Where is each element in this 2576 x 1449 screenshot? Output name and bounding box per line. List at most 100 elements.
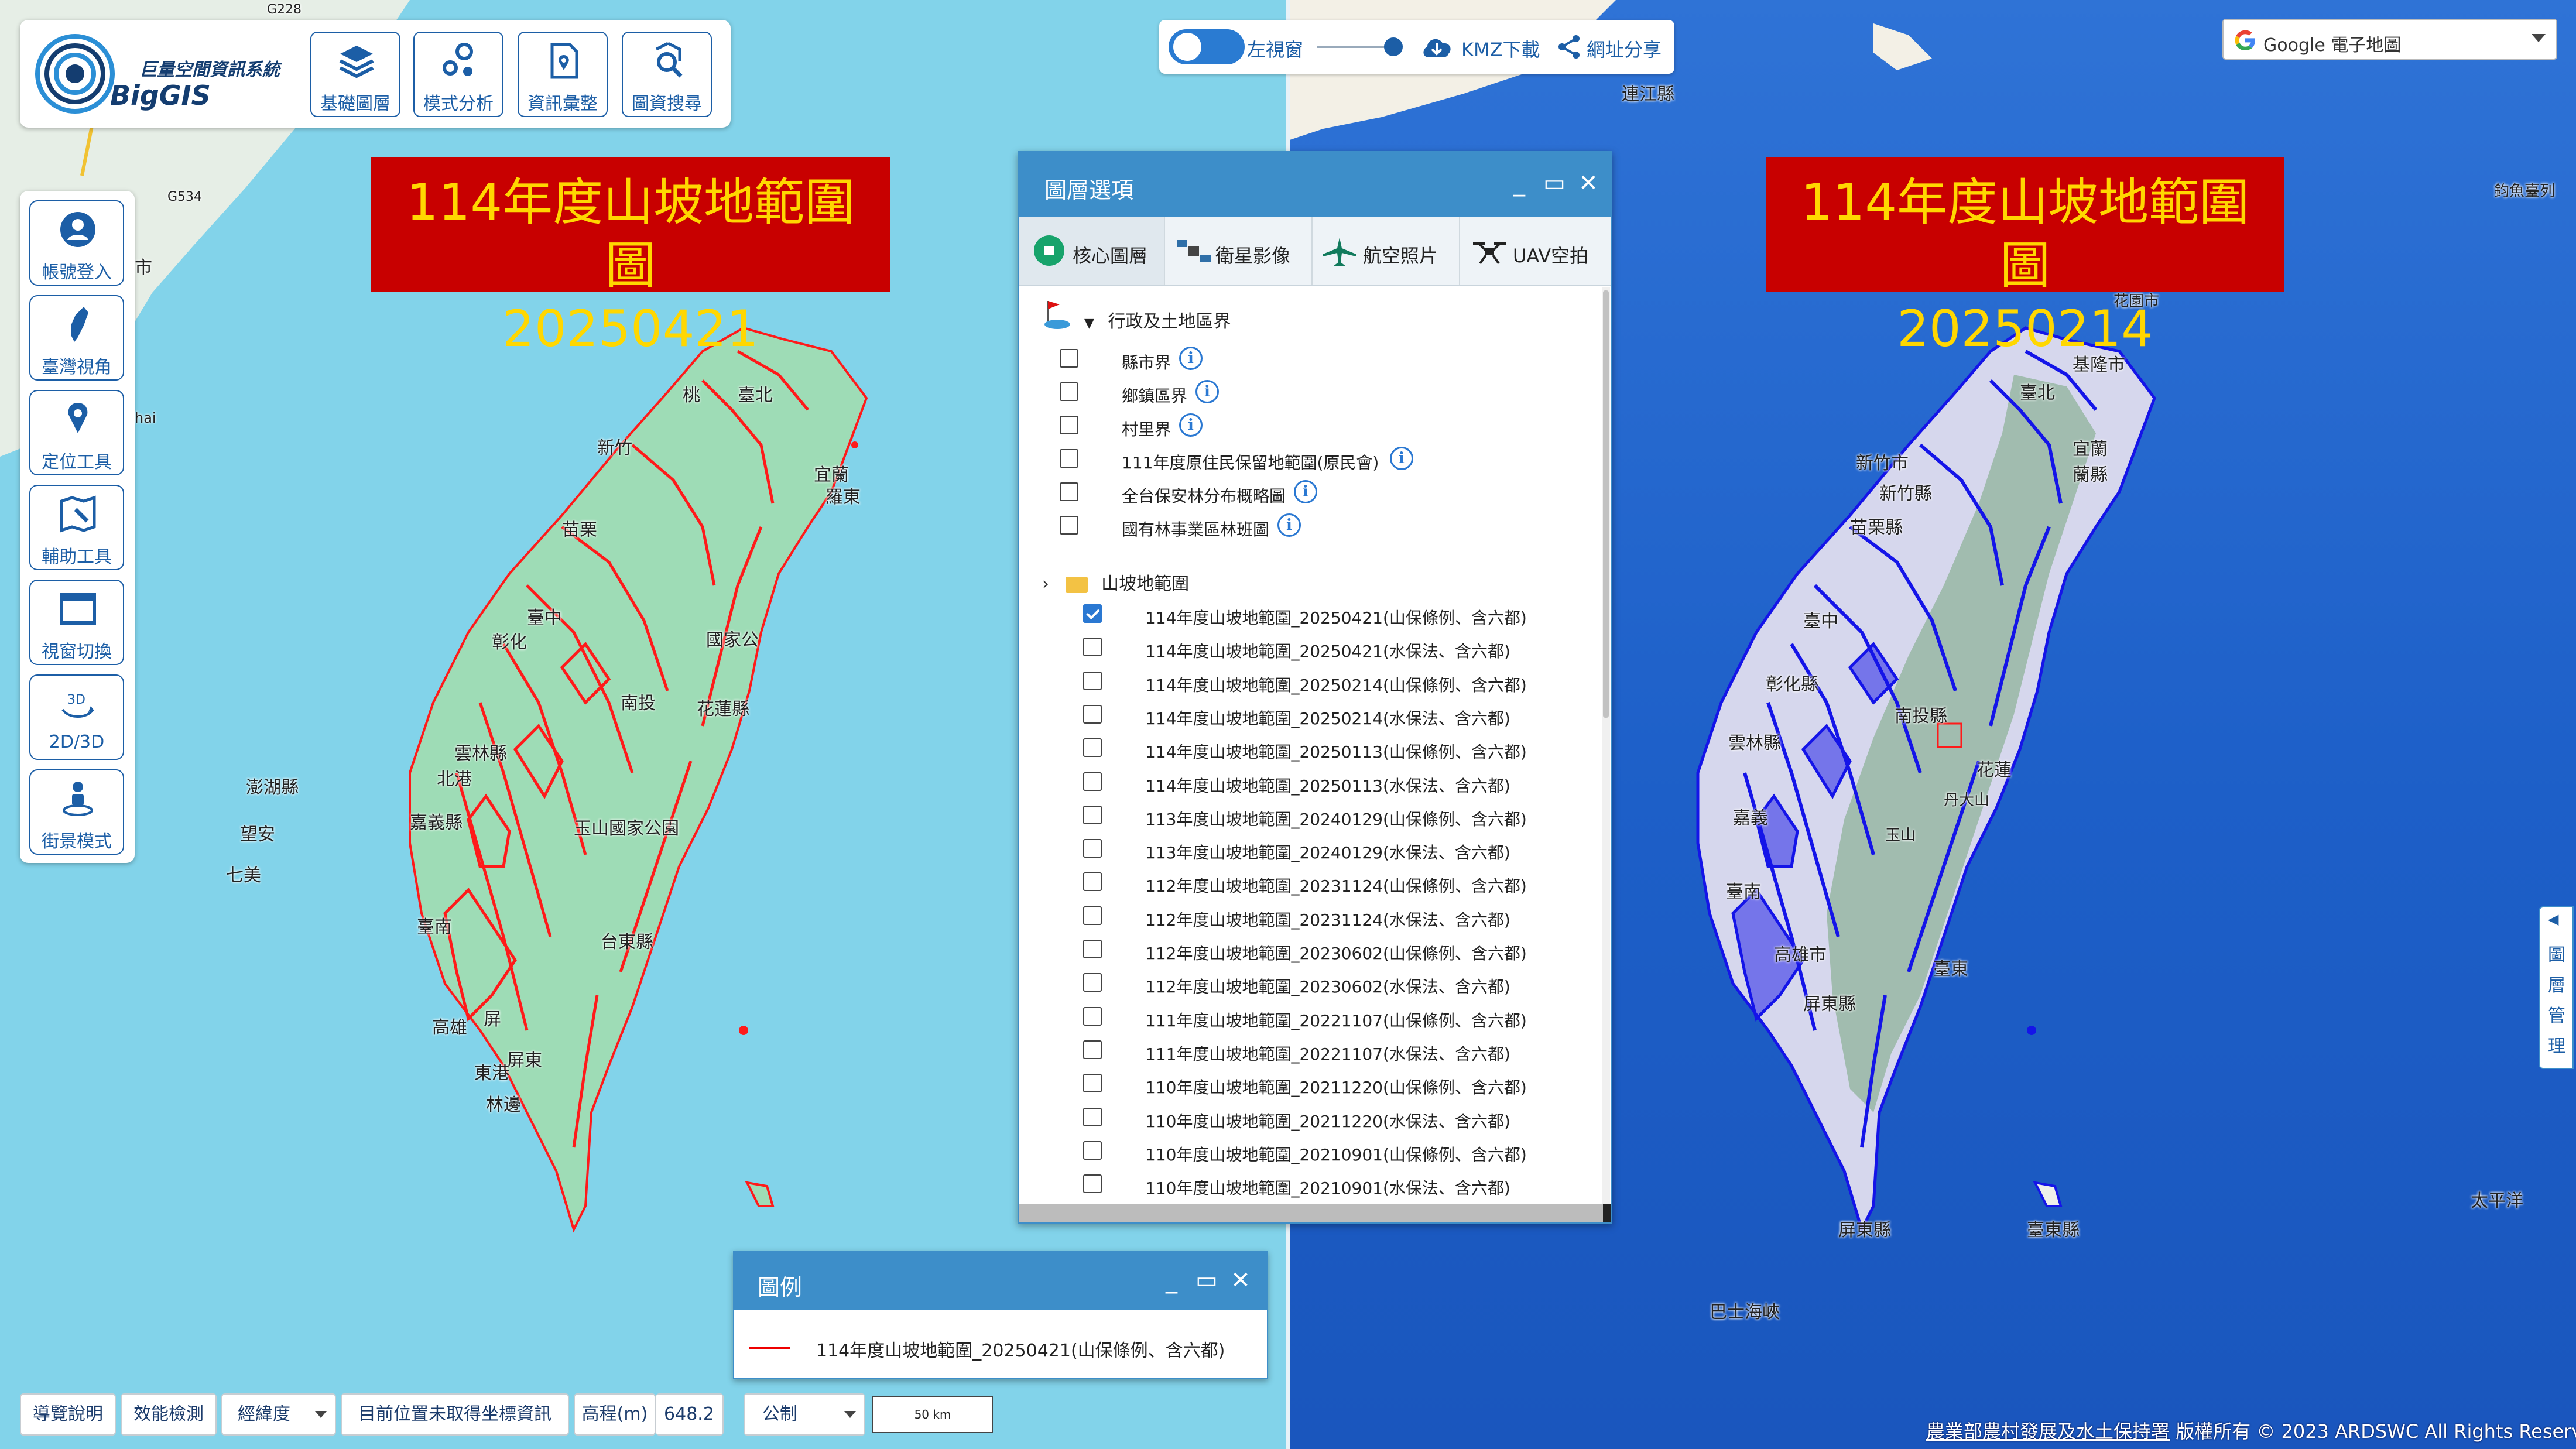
opacity-slider-handle[interactable] [1384,37,1403,56]
layer-checkbox[interactable] [1083,704,1102,724]
base-map-select[interactable]: Google 電子地圖 [2222,19,2557,60]
window-switch-button[interactable]: 視窗切換 [29,580,124,665]
layer-scrollbar-vertical[interactable] [1602,287,1610,1207]
login-button[interactable]: 帳號登入 [29,200,124,286]
tab-uav-label: UAV空拍 [1513,245,1589,267]
layer-label: 全台保安林分布概略圖 [1122,487,1286,506]
layer-row[interactable]: 112年度山坡地範圍_20230602(水保法、含六都) [1083,966,1598,999]
layer-checkbox[interactable] [1083,872,1102,892]
biggis-logo[interactable]: 巨量空間資訊系統 BigGIS [34,28,292,119]
layer-checkbox[interactable] [1083,604,1102,623]
layer-checkbox[interactable] [1083,1174,1102,1194]
guide-button[interactable]: 導覽說明 [20,1393,116,1436]
layer-row[interactable]: 村里界 i [1060,409,1587,441]
layer-checkbox[interactable] [1060,516,1078,535]
layer-row[interactable]: 鄉鎮區界 i [1060,375,1587,408]
layer-dialog-header[interactable]: 圖層選項 _ ▭ ✕ [1019,152,1611,217]
layer-checkbox[interactable] [1060,449,1078,468]
layer-row[interactable]: 111年度原住民保留地範圍(原民會) i [1060,442,1587,475]
layer-checkbox[interactable] [1083,839,1102,858]
layer-checkbox[interactable] [1083,1074,1102,1093]
layer-manage-tab[interactable]: ◀ 圖 層 管 理 [2539,906,2574,1069]
layer-checkbox[interactable] [1083,973,1102,992]
layer-checkbox[interactable] [1083,1006,1102,1026]
layer-checkbox[interactable] [1083,906,1102,925]
layer-row[interactable]: 縣市界 i [1060,342,1587,375]
info-icon[interactable]: i [1390,447,1413,470]
layer-tree: ▼ 行政及土地區界 縣市界 i 鄉鎮區界 i 村里界 i 111年度原住民保留地範圍(原民會… [1019,287,1604,1207]
side-tab-char: 圖 [2548,945,2565,965]
layer-checkbox[interactable] [1083,638,1102,657]
layer-checkbox[interactable] [1083,1107,1102,1126]
info-icon[interactable]: i [1195,380,1219,403]
layer-checkbox[interactable] [1060,382,1078,401]
layer-checkbox[interactable] [1083,738,1102,758]
layer-row[interactable]: 110年度山坡地範圍_20210901(水保法、含六都) [1083,1167,1598,1200]
layer-checkbox[interactable] [1083,805,1102,824]
info-icon[interactable]: i [1294,480,1317,503]
coordinate-type-select[interactable]: 經緯度 [221,1393,336,1436]
legend-dialog-header[interactable]: 圖例 _ ▭ ✕ [734,1252,1267,1310]
layer-row[interactable]: 114年度山坡地範圍_20250214(山保條例、含六都) [1083,664,1598,697]
minimize-icon[interactable]: _ [1506,170,1533,197]
layer-scrollbar-horizontal[interactable] [1019,1204,1611,1222]
layer-row[interactable]: 114年度山坡地範圍_20250214(水保法、含六都) [1083,698,1598,731]
close-icon[interactable]: ✕ [1227,1267,1254,1294]
info-summary-button[interactable]: 資訊彙整 [518,32,608,117]
maximize-icon[interactable]: ▭ [1541,170,1568,197]
layer-checkbox[interactable] [1060,349,1078,368]
layer-row[interactable]: 112年度山坡地範圍_20231124(水保法、含六都) [1083,899,1598,932]
layer-checkbox[interactable] [1083,1140,1102,1160]
map-search-button[interactable]: 圖資搜尋 [622,32,712,117]
layer-row[interactable]: 114年度山坡地範圍_20250113(山保條例、含六都) [1083,731,1598,764]
close-icon[interactable]: ✕ [1575,170,1602,197]
layer-checkbox[interactable] [1083,940,1102,958]
layer-row[interactable]: 111年度山坡地範圍_20221107(山保條例、含六都) [1083,1000,1598,1033]
maximize-icon[interactable]: ▭ [1193,1267,1220,1294]
share-url-button[interactable]: 網址分享 [1587,35,1662,62]
layer-row[interactable]: 110年度山坡地範圍_20211220(水保法、含六都) [1083,1101,1598,1133]
layer-row[interactable]: 112年度山坡地範圍_20231124(山保條例、含六都) [1083,865,1598,898]
layer-checkbox[interactable] [1083,671,1102,690]
locate-tool-button[interactable]: 定位工具 [29,390,124,475]
info-icon[interactable]: i [1179,347,1203,370]
layer-row[interactable]: 110年度山坡地範圍_20211220(山保條例、含六都) [1083,1067,1598,1099]
split-view-control: 左視窗 KMZ下載 網址分享 [1159,20,1674,74]
taiwan-view-button[interactable]: 臺灣視角 [29,295,124,381]
tab-satellite[interactable]: 衛星影像 [1165,217,1313,285]
unit-select[interactable]: 公制 [744,1393,865,1436]
left-view-toggle[interactable] [1169,29,1245,64]
layer-row[interactable]: 114年度山坡地範圍_20250421(水保法、含六都) [1083,631,1598,663]
minimize-icon[interactable]: _ [1158,1267,1185,1294]
info-icon[interactable]: i [1277,513,1301,537]
2d-3d-button[interactable]: 3D 2D/3D [29,674,124,760]
layer-row[interactable]: 114年度山坡地範圍_20250421(山保條例、含六都) [1083,597,1598,630]
group-admin-boundary[interactable]: ▼ 行政及土地區界 [1084,307,1231,333]
tab-aerial[interactable]: 航空照片 [1313,217,1460,285]
aux-tool-button[interactable]: 輔助工具 [29,485,124,570]
performance-test-button[interactable]: 效能檢測 [121,1393,217,1436]
kmz-download-button[interactable]: KMZ下載 [1461,35,1540,62]
layer-checkbox[interactable] [1083,1040,1102,1059]
copyright-org-link[interactable]: 農業部農村發展及水土保持署 [1926,1420,2170,1443]
layer-row[interactable]: 111年度山坡地範圍_20221107(水保法、含六都) [1083,1033,1598,1066]
tab-uav[interactable]: UAV空拍 [1460,217,1612,285]
layer-row[interactable]: 113年度山坡地範圍_20240129(水保法、含六都) [1083,832,1598,865]
layer-checkbox[interactable] [1060,416,1078,434]
layer-row[interactable]: 114年度山坡地範圍_20250113(水保法、含六都) [1083,765,1598,798]
street-view-button[interactable]: 街景模式 [29,769,124,855]
layer-row[interactable]: 全台保安林分布概略圖 i [1060,475,1587,508]
model-analysis-button[interactable]: 模式分析 [413,32,503,117]
layer-checkbox[interactable] [1083,772,1102,791]
layer-row[interactable]: 112年度山坡地範圍_20230602(山保條例、含六都) [1083,933,1598,965]
opacity-slider-track[interactable] [1317,46,1393,48]
base-layers-button[interactable]: 基礎圖層 [310,32,400,117]
layer-checkbox[interactable] [1060,482,1078,501]
layer-row[interactable]: 110年度山坡地範圍_20210901(山保條例、含六都) [1083,1134,1598,1167]
map-label: 屏東縣 [1803,994,1856,1015]
group-slopeland[interactable]: › 山坡地範圍 [1042,569,1189,595]
tab-core-layers[interactable]: 核心圖層 [1019,217,1165,285]
layer-row[interactable]: 113年度山坡地範圍_20240129(山保條例、含六都) [1083,799,1598,831]
info-icon[interactable]: i [1179,413,1203,437]
layer-row[interactable]: 國有林事業區林班圖 i [1060,509,1587,542]
